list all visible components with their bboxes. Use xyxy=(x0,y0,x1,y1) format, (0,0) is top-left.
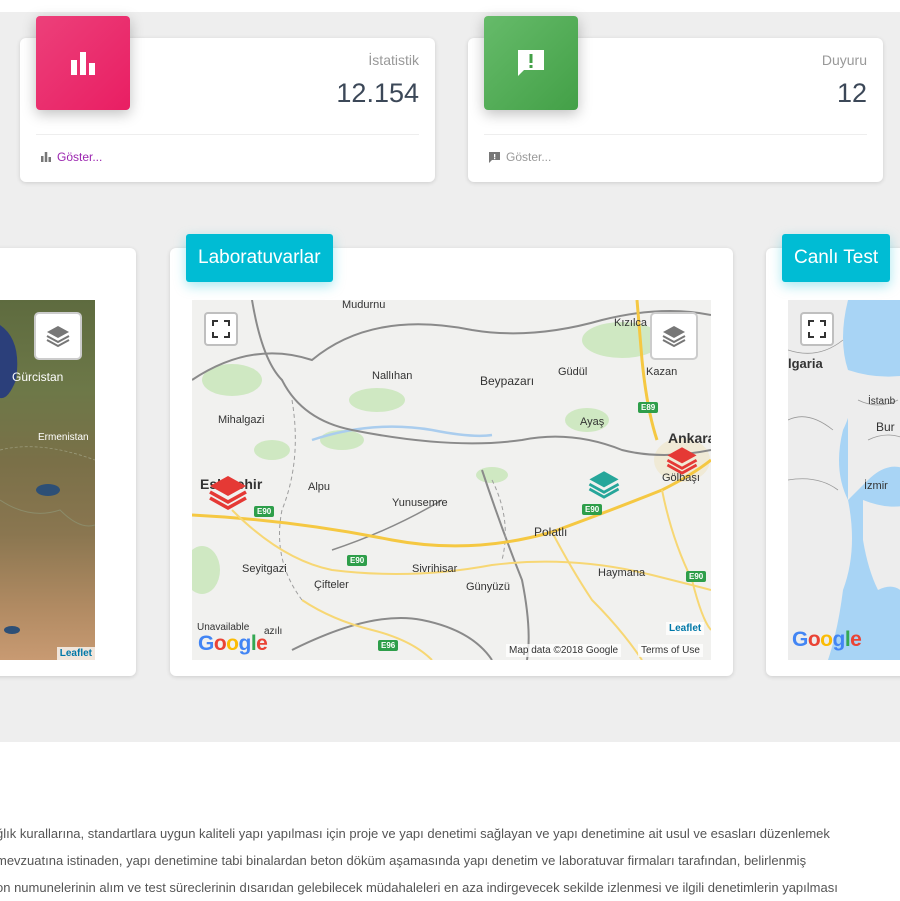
map-label: Bur xyxy=(876,420,895,434)
fullscreen-icon xyxy=(808,320,826,338)
map-label: Seyitgazi xyxy=(242,563,287,575)
road-map[interactable]: Mudurnu Kızılca Nallıhan Beypazarı Güdül… xyxy=(192,300,711,660)
map-label: Sivrihisar xyxy=(412,563,458,575)
divider xyxy=(484,134,867,135)
map-label: Ayaş xyxy=(580,416,605,428)
map-label: Mudurnu xyxy=(342,300,386,311)
stat-footer-link[interactable]: Göster... xyxy=(488,150,551,164)
map-label: Yunusemre xyxy=(392,497,448,509)
stat-value: 12 xyxy=(836,78,867,108)
map-label: Ermenistan xyxy=(38,432,89,443)
road-shield: E96 xyxy=(378,640,399,651)
road-map[interactable]: lgaria İstanb Bur İzmir Google xyxy=(788,300,900,660)
map-label: İstanb xyxy=(868,396,896,407)
fullscreen-button[interactable] xyxy=(204,312,238,346)
map-data-attribution: Map data ©2018 Google xyxy=(506,644,622,657)
divider xyxy=(36,134,419,135)
stat-icon-box xyxy=(484,16,578,110)
stat-icon-box xyxy=(36,16,130,110)
layers-icon xyxy=(46,326,70,348)
lab-marker-icon[interactable] xyxy=(586,468,622,502)
layers-toggle[interactable] xyxy=(34,312,82,360)
bar-chart-icon xyxy=(71,52,95,75)
map-label: İzmir xyxy=(864,480,888,492)
bar-chart-small-icon xyxy=(41,152,51,162)
fullscreen-button[interactable] xyxy=(800,312,834,346)
road-shield: E90 xyxy=(686,571,707,582)
show-link-text[interactable]: Göster... xyxy=(506,150,551,164)
lab-marker-icon[interactable] xyxy=(206,472,250,514)
map-label: Çifteler xyxy=(314,579,349,591)
google-logo: Google xyxy=(198,632,268,655)
leaflet-attribution[interactable]: Leaflet xyxy=(56,647,95,660)
layers-icon xyxy=(662,326,686,348)
layers-toggle[interactable] xyxy=(650,312,698,360)
road-shield: E90 xyxy=(582,504,603,515)
road-shield: E89 xyxy=(638,402,659,413)
map-label: Günyüzü xyxy=(466,581,511,593)
stat-title: İstatistik xyxy=(368,52,419,68)
lab-marker-icon[interactable] xyxy=(664,444,700,478)
map-label: Kızılca xyxy=(614,317,648,329)
map-label: Güdül xyxy=(558,366,588,378)
top-strip xyxy=(0,0,900,12)
map-label: Mihalgazi xyxy=(218,414,265,426)
fullscreen-icon xyxy=(212,320,230,338)
map-label: Alpu xyxy=(308,481,331,493)
road-network xyxy=(192,300,711,660)
announcement-icon xyxy=(518,50,544,76)
map-card-live-test: Canlı Test lgaria İstanb Bur İzmir Googl… xyxy=(766,234,900,676)
terms-of-use-link[interactable]: Terms of Use xyxy=(638,644,703,657)
road-shield: E90 xyxy=(254,506,275,517)
stat-value: 12.154 xyxy=(336,78,419,108)
map-label: Polatlı xyxy=(534,525,568,539)
description-line: on numunelerinin alım ve test süreclerin… xyxy=(0,880,838,895)
map-label: lgaria xyxy=(788,356,823,371)
satellite-map[interactable]: Gürcistan Ermenistan Leaflet xyxy=(0,300,95,660)
announcement-small-icon xyxy=(489,151,500,163)
stat-card-statistics: İstatistik 12.154 Göster... xyxy=(20,16,435,182)
map-label: Beypazarı xyxy=(480,374,535,388)
map-card-left: Gürcistan Ermenistan Leaflet xyxy=(0,248,136,676)
description-line: mevzuatına istinaden, yapı denetimine ta… xyxy=(0,853,807,868)
stat-card-announcements: Duyuru 12 Göster... xyxy=(468,16,883,182)
map-card-title: Canlı Test xyxy=(782,234,891,282)
description-text: ğlık kurallarına, standartlara uygun kal… xyxy=(0,820,900,901)
map-card-title: Laboratuvarlar xyxy=(186,234,333,282)
leaflet-attribution[interactable]: Leaflet xyxy=(666,622,705,635)
map-label: Gürcistan xyxy=(12,370,64,384)
map-card-laboratories: Laboratuvarlar Mudurnu Kızılca Nallıhan … xyxy=(170,234,733,676)
description-line: ğlık kurallarına, standartlara uygun kal… xyxy=(0,826,830,841)
map-label: Kazan xyxy=(646,366,678,378)
stat-footer-link[interactable]: Göster... xyxy=(40,150,102,164)
show-link-text[interactable]: Göster... xyxy=(57,150,102,164)
map-label: Nallıhan xyxy=(372,370,413,382)
road-shield: E90 xyxy=(347,555,368,566)
google-logo: Google xyxy=(792,628,862,651)
stat-title: Duyuru xyxy=(821,52,867,68)
map-label: Haymana xyxy=(598,567,646,579)
